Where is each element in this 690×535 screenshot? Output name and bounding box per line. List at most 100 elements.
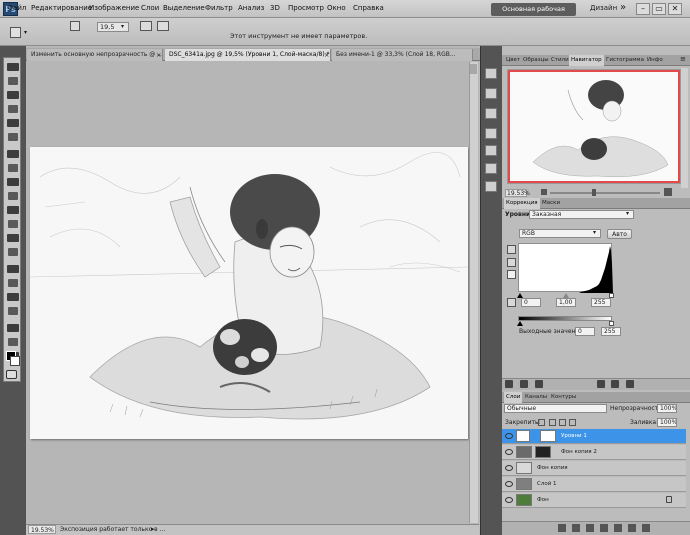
menu-analysis[interactable]: Анализ bbox=[238, 4, 264, 12]
opacity-field[interactable]: 100% bbox=[657, 404, 677, 413]
previous-state-icon[interactable] bbox=[597, 380, 605, 388]
input-black-field[interactable]: 0 bbox=[521, 298, 541, 307]
preset-select[interactable]: Заказная bbox=[529, 210, 634, 219]
lock-all-icon[interactable] bbox=[569, 419, 576, 426]
paragraph-panel-icon[interactable] bbox=[485, 181, 497, 192]
brush-tool-icon[interactable] bbox=[8, 164, 18, 172]
tab-color[interactable]: Цвет bbox=[504, 55, 522, 66]
output-black-field[interactable]: 0 bbox=[575, 327, 595, 336]
delete-layer-icon[interactable] bbox=[642, 524, 650, 532]
clone-source-panel-icon[interactable] bbox=[485, 128, 497, 139]
black-point-eyedropper-icon[interactable] bbox=[507, 245, 516, 254]
eyedropper-tool-icon[interactable] bbox=[8, 133, 18, 141]
layer-name[interactable]: Слой 1 bbox=[537, 481, 557, 487]
history-panel-icon[interactable] bbox=[485, 68, 497, 79]
arrange-docs-icon[interactable] bbox=[140, 21, 152, 31]
output-white-field[interactable]: 255 bbox=[601, 327, 621, 336]
hand-tool-icon[interactable] bbox=[70, 21, 80, 31]
blend-mode-select[interactable]: Обычные bbox=[504, 404, 607, 413]
restore-button[interactable]: ▭ bbox=[652, 3, 666, 15]
layer-mask-thumbnail[interactable] bbox=[540, 430, 556, 442]
tool-presets-panel-icon[interactable] bbox=[485, 145, 497, 156]
link-layers-icon[interactable] bbox=[558, 524, 566, 532]
background-color-swatch[interactable] bbox=[10, 356, 20, 366]
new-layer-icon[interactable] bbox=[628, 524, 636, 532]
tool-preset-arrow[interactable]: ▾ bbox=[24, 29, 27, 36]
layer-name[interactable]: Фон bbox=[537, 497, 549, 503]
tab-channels[interactable]: Каналы bbox=[523, 392, 549, 403]
quick-mask-icon[interactable] bbox=[6, 370, 17, 379]
layer-style-icon[interactable] bbox=[572, 524, 580, 532]
3d-rotate-tool-icon[interactable] bbox=[7, 324, 19, 332]
shape-tool-icon[interactable] bbox=[8, 307, 18, 315]
new-group-icon[interactable] bbox=[614, 524, 622, 532]
visibility-eye-icon[interactable] bbox=[505, 449, 513, 455]
path-select-tool-icon[interactable] bbox=[7, 293, 19, 301]
layer-name[interactable]: Фон копия bbox=[537, 465, 568, 471]
doc-tab-2-close-icon[interactable]: × bbox=[324, 49, 329, 61]
channel-select[interactable]: RGB bbox=[519, 229, 601, 238]
menu-layers[interactable]: Слои bbox=[141, 4, 159, 12]
pen-tool-icon[interactable] bbox=[7, 265, 19, 273]
channel-dropdown-arrow[interactable]: ▾ bbox=[593, 229, 596, 236]
delete-adjustment-icon[interactable] bbox=[626, 380, 634, 388]
visibility-eye-icon[interactable] bbox=[505, 481, 513, 487]
blur-tool-icon[interactable] bbox=[7, 234, 19, 242]
layer-name[interactable]: Уровни 1 bbox=[561, 433, 587, 439]
visibility-eye-icon[interactable] bbox=[505, 433, 513, 439]
layer-mask-thumbnail[interactable] bbox=[535, 446, 551, 458]
crop-tool-icon[interactable] bbox=[7, 119, 19, 127]
workspace-more-button[interactable]: » bbox=[620, 2, 626, 13]
lasso-tool-icon[interactable] bbox=[7, 91, 19, 99]
navigator-view-frame[interactable] bbox=[508, 70, 680, 183]
lock-position-icon[interactable] bbox=[559, 419, 566, 426]
white-point-eyedropper-icon[interactable] bbox=[507, 270, 516, 279]
actions-panel-icon[interactable] bbox=[485, 88, 497, 99]
close-window-button[interactable]: ✕ bbox=[668, 3, 682, 15]
add-mask-icon[interactable] bbox=[586, 524, 594, 532]
return-to-list-icon[interactable] bbox=[505, 380, 513, 388]
clone-stamp-tool-icon[interactable] bbox=[7, 178, 19, 186]
lock-transparency-icon[interactable] bbox=[538, 419, 545, 426]
menu-help[interactable]: Справка bbox=[353, 4, 384, 12]
auto-button[interactable]: Авто bbox=[607, 229, 632, 239]
hand-tool-icon[interactable] bbox=[8, 338, 18, 346]
status-zoom-field[interactable]: 19.53% bbox=[28, 525, 56, 534]
character-panel-icon[interactable] bbox=[485, 163, 497, 174]
panel-menu-icon[interactable]: ≡ bbox=[680, 55, 686, 63]
screen-mode-icon[interactable] bbox=[157, 21, 169, 31]
clipping-icon[interactable] bbox=[507, 298, 516, 307]
tab-layers[interactable]: Слои bbox=[504, 392, 523, 403]
menu-view[interactable]: Просмотр bbox=[288, 4, 324, 12]
quick-select-tool-icon[interactable] bbox=[8, 105, 18, 113]
workspace-essentials-button[interactable]: Основная рабочая среда bbox=[491, 3, 576, 26]
marquee-tool-icon[interactable] bbox=[8, 77, 18, 85]
scrollbar-thumb[interactable] bbox=[470, 64, 477, 74]
status-menu-arrow[interactable]: ▸ bbox=[151, 525, 155, 533]
menu-3d[interactable]: 3D bbox=[270, 4, 280, 12]
tab-styles[interactable]: Стили bbox=[549, 55, 571, 66]
history-brush-tool-icon[interactable] bbox=[8, 192, 18, 200]
lock-pixels-icon[interactable] bbox=[549, 419, 556, 426]
navigator-zoom-field[interactable]: 19.53% bbox=[505, 189, 530, 197]
brushes-panel-icon[interactable] bbox=[485, 108, 497, 119]
tab-paths[interactable]: Контуры bbox=[549, 392, 578, 403]
expand-view-icon[interactable] bbox=[520, 380, 528, 388]
tab-histogram[interactable]: Гистограмма bbox=[604, 55, 646, 66]
zoom-slider-knob[interactable] bbox=[592, 189, 596, 196]
doc-tab-1[interactable]: Изменить основную непрозрачность @ ... bbox=[27, 49, 163, 61]
reset-icon[interactable] bbox=[611, 380, 619, 388]
status-info-text[interactable]: Экспозиция работает только в ... bbox=[60, 526, 165, 533]
zoom-in-icon[interactable] bbox=[664, 188, 672, 196]
visibility-eye-icon[interactable] bbox=[505, 497, 513, 503]
menu-window[interactable]: Окно bbox=[327, 4, 346, 12]
tab-swatches[interactable]: Образцы bbox=[521, 55, 551, 66]
eraser-tool-icon[interactable] bbox=[7, 206, 19, 214]
gradient-tool-icon[interactable] bbox=[8, 220, 18, 228]
eyedropper-tool-icon[interactable] bbox=[10, 27, 21, 38]
tab-adjustments[interactable]: Коррекция bbox=[504, 198, 540, 209]
tab-navigator[interactable]: Навигатор bbox=[569, 55, 604, 66]
image-canvas[interactable] bbox=[30, 147, 468, 439]
input-gamma-field[interactable]: 1,00 bbox=[556, 298, 576, 307]
panel-scrollbar[interactable] bbox=[681, 68, 688, 188]
